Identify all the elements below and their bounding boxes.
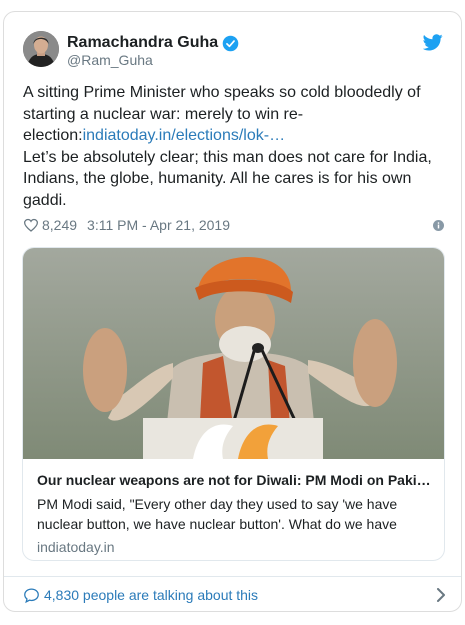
- tweet-card: Ramachandra Guha @Ram_Guha A sitting Pri…: [3, 11, 462, 612]
- footer-divider: [4, 576, 461, 577]
- tweet-text-line2: Let’s be absolutely clear; this man does…: [23, 148, 432, 209]
- tweet-text: A sitting Prime Minister who speaks so c…: [23, 82, 448, 211]
- avatar[interactable]: [23, 31, 59, 67]
- preview-description: PM Modi said, "Every other day they used…: [37, 496, 398, 532]
- author-name-row[interactable]: Ramachandra Guha: [67, 32, 239, 54]
- author-handle[interactable]: @Ram_Guha: [67, 52, 153, 68]
- twitter-bird-icon[interactable]: [423, 34, 443, 51]
- heart-icon[interactable]: [23, 218, 39, 232]
- info-icon[interactable]: [433, 220, 444, 231]
- preview-title[interactable]: Our nuclear weapons are not for Diwali: …: [37, 470, 433, 490]
- talking-count-link[interactable]: 4,830 people are talking about this: [44, 587, 258, 603]
- preview-image[interactable]: [23, 248, 445, 459]
- link-preview-card[interactable]: Our nuclear weapons are not for Diwali: …: [22, 247, 445, 561]
- preview-body[interactable]: Our nuclear weapons are not for Diwali: …: [37, 470, 433, 556]
- conversation-footer[interactable]: 4,830 people are talking about this: [23, 583, 448, 607]
- like-count[interactable]: 8,249: [42, 217, 77, 233]
- tweet-timestamp[interactable]: 3:11 PM - Apr 21, 2019: [87, 217, 230, 233]
- verified-badge-icon: [222, 35, 239, 51]
- speech-bubble-icon[interactable]: [23, 587, 40, 604]
- tweet-meta: 8,249 3:11 PM - Apr 21, 2019: [23, 215, 448, 235]
- tweet-link[interactable]: indiatoday.in/elections/lok-…: [83, 127, 285, 144]
- chevron-right-icon[interactable]: [436, 588, 446, 602]
- author-name[interactable]: Ramachandra Guha: [67, 34, 218, 52]
- preview-domain: indiatoday.in: [37, 539, 115, 555]
